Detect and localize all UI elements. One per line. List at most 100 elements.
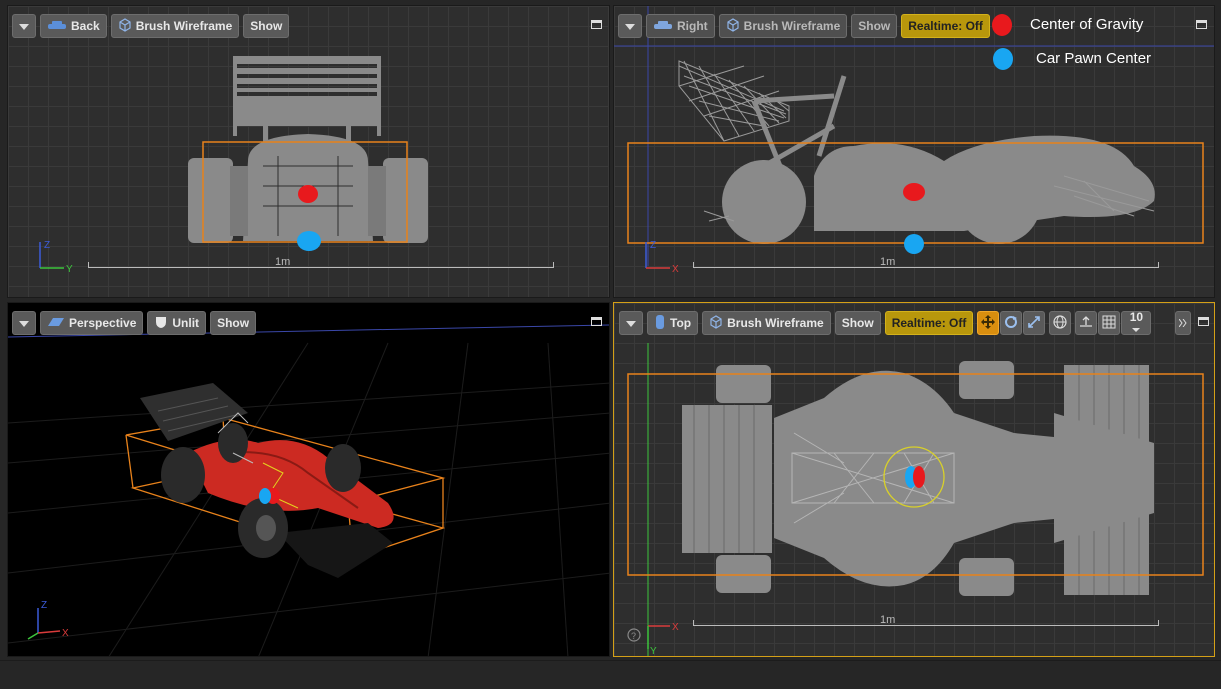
show-label: Show	[217, 316, 250, 330]
view-type-button[interactable]: Top	[647, 311, 699, 335]
axis-gizmo: Z X	[645, 240, 679, 275]
maximize-viewport-icon[interactable]	[591, 20, 602, 29]
maximize-viewport-icon[interactable]	[1196, 20, 1207, 29]
svg-text:X: X	[62, 628, 69, 639]
chevron-down-icon	[19, 19, 29, 33]
view-type-label: Perspective	[69, 316, 137, 330]
scale-label: 1m	[275, 256, 291, 268]
viewport-top[interactable]: Top Brush Wireframe Show Realtime: Off 1…	[613, 302, 1215, 657]
viewport-options-button[interactable]	[618, 14, 642, 38]
view-mode-button[interactable]: Brush Wireframe	[718, 14, 848, 38]
center-of-gravity-swatch	[992, 14, 1012, 36]
scale-mode-button[interactable]	[1023, 311, 1046, 335]
snap-group: 10	[1075, 311, 1152, 335]
view-type-label: Right	[677, 19, 708, 33]
back-view-scene: Z Y	[39, 56, 428, 275]
translate-mode-button[interactable]	[977, 311, 1000, 335]
car-icon	[47, 19, 67, 34]
wireframe-cube-icon	[709, 314, 723, 332]
front-right-wheel-mesh	[325, 444, 361, 492]
realtime-label: Realtime: Off	[891, 316, 967, 330]
axis-gizmo: X Y	[647, 622, 679, 656]
help-icon[interactable]: ?	[627, 628, 641, 642]
grid-snap-button[interactable]	[1098, 311, 1121, 335]
view-mode-button[interactable]: Unlit	[147, 311, 207, 335]
editor-viewport-layout: Back Brush Wireframe Show Z Y 1m Right B…	[0, 0, 1221, 689]
front-right-wheel-mesh	[959, 558, 1014, 596]
viewport-options-button[interactable]	[619, 311, 643, 335]
show-button[interactable]: Show	[243, 14, 290, 38]
wheel-right-mesh	[383, 158, 428, 243]
car-pawn-center-label: Car Pawn Center	[1036, 50, 1152, 67]
scale-bar	[88, 262, 554, 268]
view-type-button[interactable]: Back	[40, 14, 107, 38]
perspective-camera-icon	[47, 316, 65, 331]
view-type-button[interactable]: Perspective	[40, 311, 144, 335]
show-button[interactable]: Show	[210, 311, 257, 335]
top-view-icon	[654, 314, 666, 333]
chevron-down-icon	[625, 19, 635, 33]
transform-mode-group	[977, 311, 1046, 335]
view-mode-button[interactable]: Brush Wireframe	[110, 14, 240, 38]
realtime-toggle-button[interactable]: Realtime: Off	[901, 14, 990, 38]
toolbar-overflow-button[interactable]	[1175, 311, 1192, 335]
axis-gizmo: Z X	[27, 600, 69, 640]
viewport-top-toolbar: Top Brush Wireframe Show Realtime: Off 1…	[619, 311, 1192, 335]
center-of-gravity-marker	[913, 466, 925, 488]
viewport-perspective-toolbar: Perspective Unlit Show	[12, 311, 257, 335]
viewport-back[interactable]: Back Brush Wireframe Show Z Y 1m	[7, 5, 610, 298]
viewport-options-button[interactable]	[12, 14, 36, 38]
wireframe-cube-icon	[726, 17, 740, 35]
wheel-left-mesh	[188, 158, 233, 243]
svg-text:Y: Y	[66, 264, 73, 275]
view-type-label: Top	[670, 316, 692, 330]
car-pawn-center-marker	[259, 488, 271, 504]
viewport-perspective[interactable]: Perspective Unlit Show Z X	[7, 302, 610, 657]
chevron-down-icon	[626, 316, 636, 330]
center-of-gravity-label: Center of Gravity	[1030, 16, 1144, 33]
scale-label: 1m	[880, 614, 896, 626]
grid-snap-value-dropdown[interactable]: 10	[1121, 311, 1152, 335]
maximize-viewport-icon[interactable]	[591, 317, 602, 326]
svg-text:Z: Z	[41, 600, 47, 611]
rear-right-wheel-mesh	[716, 555, 771, 593]
wireframe-cube-icon	[118, 17, 132, 35]
svg-text:?: ?	[631, 631, 636, 641]
viewport-back-toolbar: Back Brush Wireframe Show	[12, 14, 290, 38]
scale-bar	[693, 262, 1159, 268]
view-mode-label: Brush Wireframe	[135, 19, 233, 33]
perspective-scene: Z X	[27, 383, 446, 640]
center-of-gravity-marker	[903, 183, 925, 201]
shield-icon	[154, 315, 168, 332]
rotate-mode-button[interactable]	[1000, 311, 1023, 335]
coordinate-system-button[interactable]	[1049, 311, 1072, 335]
view-mode-label: Unlit	[172, 316, 200, 330]
viewport-options-button[interactable]	[12, 311, 36, 335]
rear-left-wheel-mesh	[716, 365, 771, 403]
realtime-toggle-button[interactable]: Realtime: Off	[884, 311, 974, 335]
show-button[interactable]: Show	[851, 14, 898, 38]
axis-gizmo: Z Y	[39, 240, 73, 275]
surface-snap-icon	[1079, 315, 1093, 332]
show-label: Show	[250, 19, 283, 33]
view-type-button[interactable]: Right	[646, 14, 715, 38]
front-wheel-mesh	[957, 160, 1041, 244]
show-label: Show	[858, 19, 891, 33]
top-view-scene: X Y ?	[627, 343, 1204, 656]
legend: Center of Gravity Car Pawn Center	[992, 12, 1192, 72]
car-icon	[653, 19, 673, 34]
view-mode-label: Brush Wireframe	[743, 19, 841, 33]
front-left-wheel-mesh	[959, 361, 1014, 399]
rear-left-wheel-mesh	[161, 447, 205, 503]
svg-text:X: X	[672, 264, 679, 275]
chevron-down-icon	[1132, 323, 1141, 334]
view-mode-button[interactable]: Brush Wireframe	[702, 311, 831, 335]
status-bar	[0, 660, 1221, 689]
surface-snap-button[interactable]	[1075, 311, 1098, 335]
maximize-viewport-icon[interactable]	[1198, 317, 1209, 326]
realtime-label: Realtime: Off	[908, 19, 983, 33]
show-button[interactable]: Show	[834, 311, 881, 335]
rotate-icon	[1004, 315, 1018, 332]
scale-label: 1m	[880, 256, 896, 268]
viewport-right[interactable]: Right Brush Wireframe Show Realtime: Off	[613, 5, 1215, 298]
